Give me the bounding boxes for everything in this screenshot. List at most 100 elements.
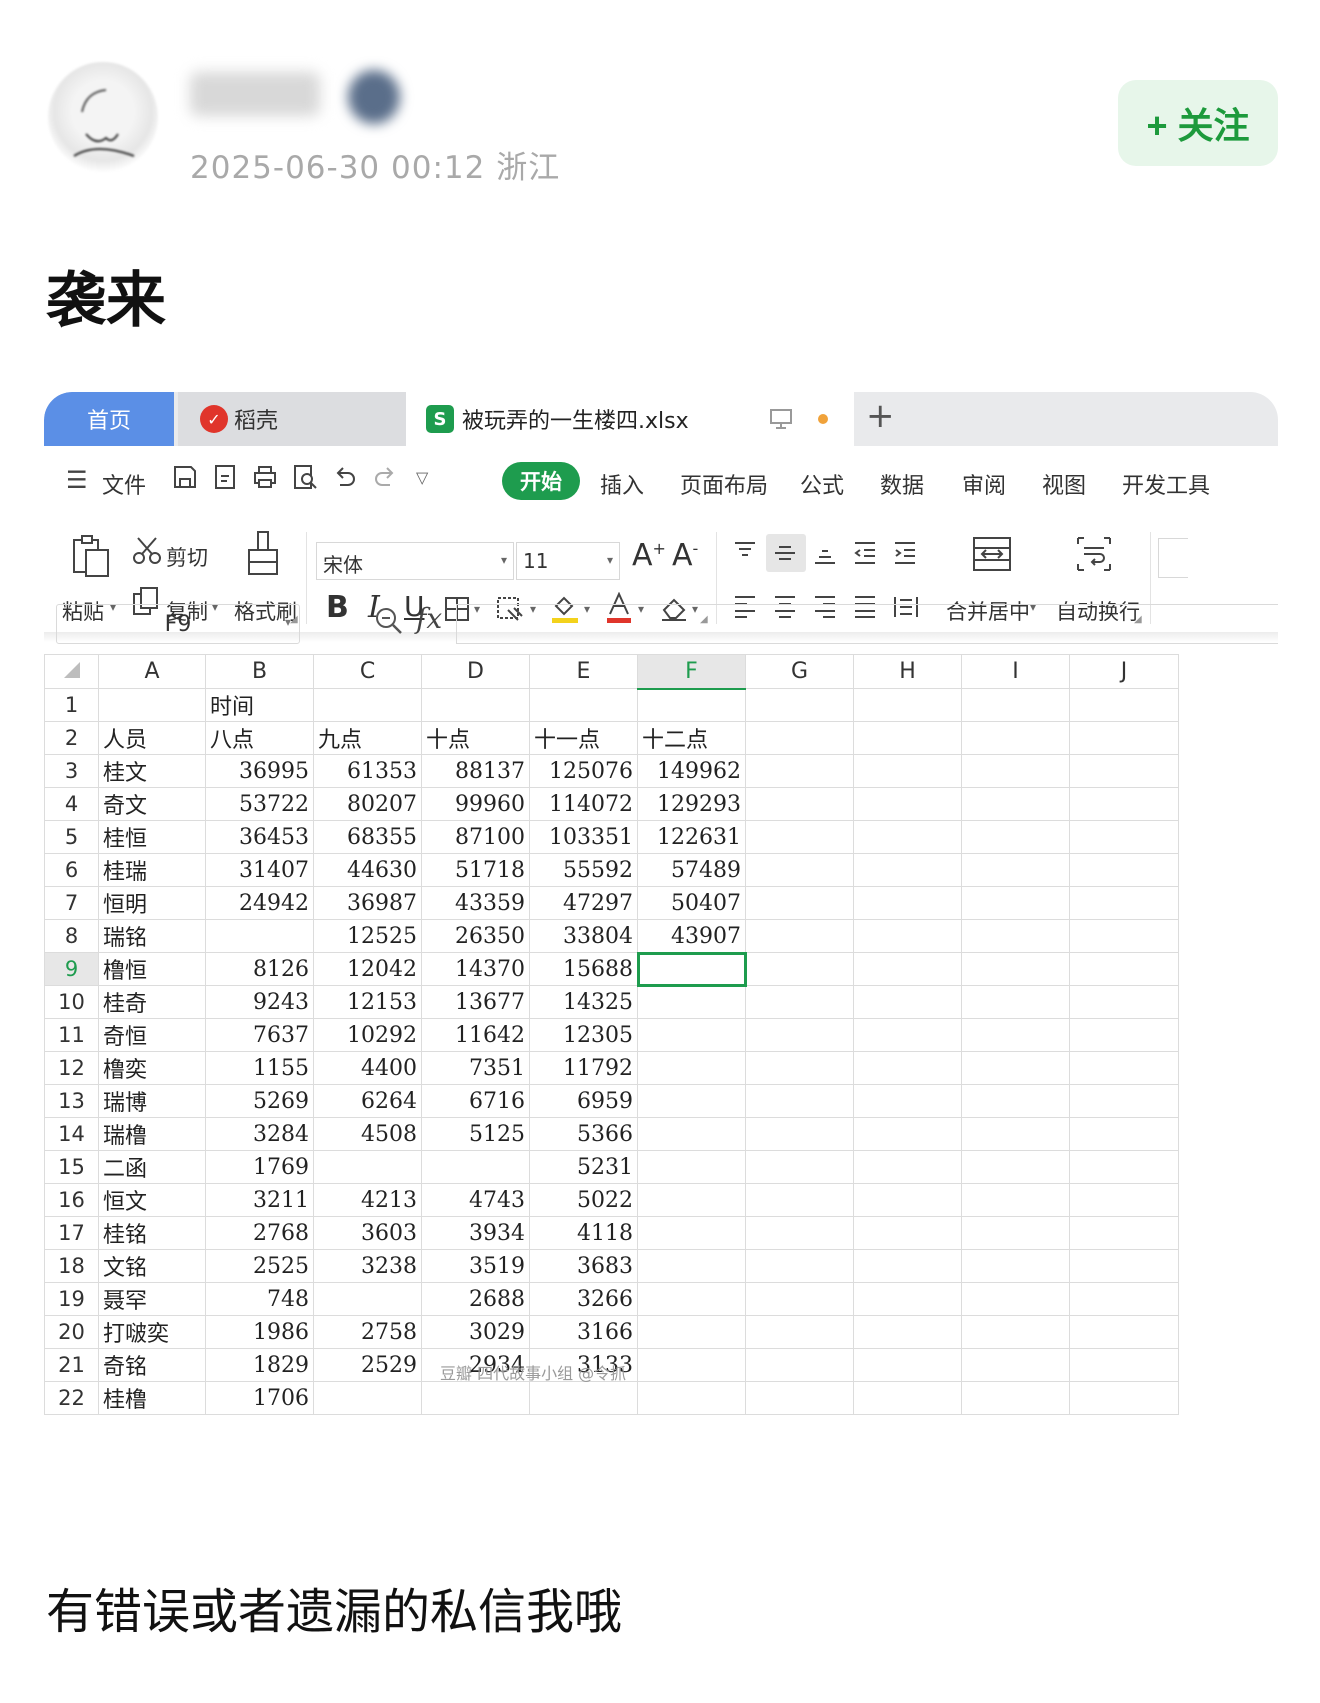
row-header[interactable]: 12 xyxy=(44,1051,99,1085)
cell-g16[interactable] xyxy=(745,1183,854,1217)
cell-a12[interactable]: 橹奕 xyxy=(98,1051,206,1085)
cell-e22[interactable] xyxy=(529,1381,638,1415)
cell-h19[interactable] xyxy=(853,1282,962,1316)
cell-e9[interactable]: 15688 xyxy=(529,952,638,986)
cell-i3[interactable] xyxy=(961,754,1070,788)
cell-g6[interactable] xyxy=(745,853,854,887)
cell-f12[interactable] xyxy=(637,1051,746,1085)
quick-access-more-icon[interactable]: ▽ xyxy=(416,468,428,487)
cell-b17[interactable]: 2768 xyxy=(205,1216,314,1250)
menu-data[interactable]: 数据 xyxy=(880,468,924,500)
zoom-search-icon[interactable] xyxy=(374,606,404,636)
cell-e12[interactable]: 11792 xyxy=(529,1051,638,1085)
cell-j11[interactable] xyxy=(1069,1018,1179,1052)
cell-b19[interactable]: 748 xyxy=(205,1282,314,1316)
cell-g2[interactable] xyxy=(745,721,854,755)
cell-h8[interactable] xyxy=(853,919,962,953)
cell-f5[interactable]: 122631 xyxy=(637,820,746,854)
fx-icon[interactable]: fx xyxy=(416,602,442,635)
cell-a20[interactable]: 打啵奕 xyxy=(98,1315,206,1349)
cell-c13[interactable]: 6264 xyxy=(313,1084,422,1118)
cell-i2[interactable] xyxy=(961,721,1070,755)
column-header-e[interactable]: E xyxy=(529,654,638,689)
cell-f16[interactable] xyxy=(637,1183,746,1217)
cell-d7[interactable]: 43359 xyxy=(421,886,530,920)
name-box[interactable]: F9 ▾ xyxy=(56,604,300,644)
cell-f17[interactable] xyxy=(637,1216,746,1250)
cell-h12[interactable] xyxy=(853,1051,962,1085)
cell-i18[interactable] xyxy=(961,1249,1070,1283)
cell-a1[interactable] xyxy=(98,688,206,722)
cell-e6[interactable]: 55592 xyxy=(529,853,638,887)
cell-d18[interactable]: 3519 xyxy=(421,1249,530,1283)
cell-f20[interactable] xyxy=(637,1315,746,1349)
row-header[interactable]: 20 xyxy=(44,1315,99,1349)
menu-review[interactable]: 审阅 xyxy=(962,468,1006,500)
cell-i21[interactable] xyxy=(961,1348,1070,1382)
menu-insert[interactable]: 插入 xyxy=(600,468,644,500)
cell-c12[interactable]: 4400 xyxy=(313,1051,422,1085)
print-icon[interactable] xyxy=(252,464,278,490)
cell-g7[interactable] xyxy=(745,886,854,920)
cell-e10[interactable]: 14325 xyxy=(529,985,638,1019)
cell-d20[interactable]: 3029 xyxy=(421,1315,530,1349)
cell-c3[interactable]: 61353 xyxy=(313,754,422,788)
cell-i7[interactable] xyxy=(961,886,1070,920)
cell-j20[interactable] xyxy=(1069,1315,1179,1349)
cell-e18[interactable]: 3683 xyxy=(529,1249,638,1283)
cell-g20[interactable] xyxy=(745,1315,854,1349)
cell-f13[interactable] xyxy=(637,1084,746,1118)
column-header-f[interactable]: F xyxy=(637,654,746,690)
cell-f10[interactable] xyxy=(637,985,746,1019)
cell-c16[interactable]: 4213 xyxy=(313,1183,422,1217)
cell-i17[interactable] xyxy=(961,1216,1070,1250)
cell-a17[interactable]: 桂铭 xyxy=(98,1216,206,1250)
row-header[interactable]: 13 xyxy=(44,1084,99,1118)
follow-button[interactable]: + 关注 xyxy=(1118,80,1278,166)
cell-j18[interactable] xyxy=(1069,1249,1179,1283)
formula-input[interactable] xyxy=(456,604,1278,644)
cell-d1[interactable] xyxy=(421,688,530,722)
cell-j22[interactable] xyxy=(1069,1381,1179,1415)
cell-c17[interactable]: 3603 xyxy=(313,1216,422,1250)
cell-j16[interactable] xyxy=(1069,1183,1179,1217)
cell-a13[interactable]: 瑞博 xyxy=(98,1084,206,1118)
cell-i12[interactable] xyxy=(961,1051,1070,1085)
cell-e11[interactable]: 12305 xyxy=(529,1018,638,1052)
export-pdf-icon[interactable] xyxy=(212,464,238,490)
cell-h11[interactable] xyxy=(853,1018,962,1052)
cell-g14[interactable] xyxy=(745,1117,854,1151)
cell-h22[interactable] xyxy=(853,1381,962,1415)
cell-d15[interactable] xyxy=(421,1150,530,1184)
cut-button[interactable]: 剪切 xyxy=(166,542,208,572)
cell-j8[interactable] xyxy=(1069,919,1179,953)
cell-f8[interactable]: 43907 xyxy=(637,919,746,953)
scissors-icon[interactable] xyxy=(132,536,162,566)
cell-b13[interactable]: 5269 xyxy=(205,1084,314,1118)
cell-e16[interactable]: 5022 xyxy=(529,1183,638,1217)
cell-j7[interactable] xyxy=(1069,886,1179,920)
cell-f1[interactable] xyxy=(637,688,746,722)
cell-b18[interactable]: 2525 xyxy=(205,1249,314,1283)
column-header-c[interactable]: C xyxy=(313,654,422,689)
cell-h13[interactable] xyxy=(853,1084,962,1118)
cell-i6[interactable] xyxy=(961,853,1070,887)
cell-a10[interactable]: 桂奇 xyxy=(98,985,206,1019)
menu-formula[interactable]: 公式 xyxy=(800,468,844,500)
cell-j6[interactable] xyxy=(1069,853,1179,887)
username-blurred[interactable] xyxy=(190,72,320,116)
cell-h16[interactable] xyxy=(853,1183,962,1217)
row-header[interactable]: 16 xyxy=(44,1183,99,1217)
menu-file[interactable]: 文件 xyxy=(102,468,146,500)
cell-h6[interactable] xyxy=(853,853,962,887)
cell-d13[interactable]: 6716 xyxy=(421,1084,530,1118)
cell-e7[interactable]: 47297 xyxy=(529,886,638,920)
cell-b20[interactable]: 1986 xyxy=(205,1315,314,1349)
cell-f9[interactable] xyxy=(636,951,747,987)
increase-indent-icon[interactable] xyxy=(892,540,918,566)
cell-f2[interactable]: 十二点 xyxy=(637,721,746,755)
cell-g12[interactable] xyxy=(745,1051,854,1085)
cell-d22[interactable] xyxy=(421,1381,530,1415)
row-header[interactable]: 14 xyxy=(44,1117,99,1151)
cell-g3[interactable] xyxy=(745,754,854,788)
